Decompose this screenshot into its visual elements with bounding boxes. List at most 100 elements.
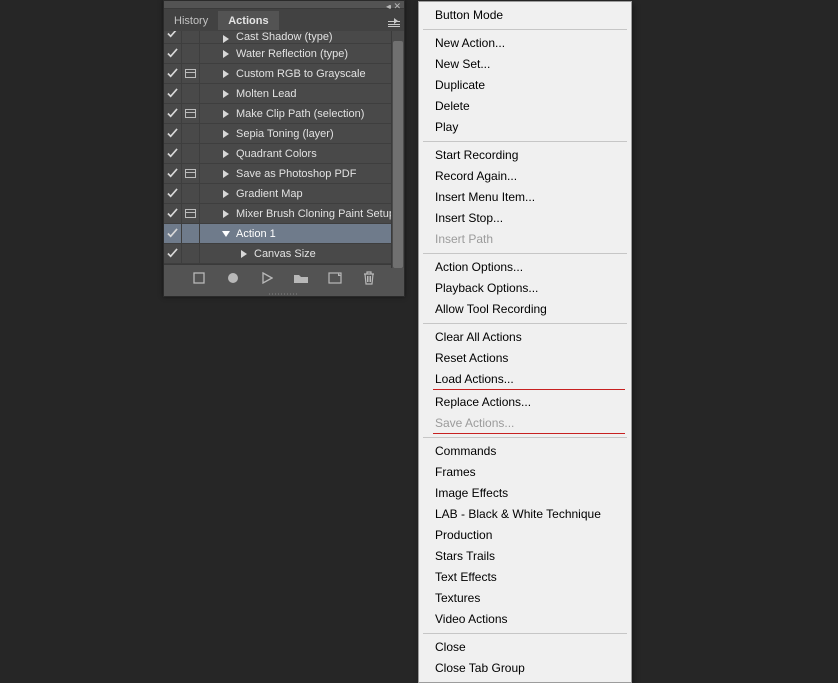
disclosure-right-icon[interactable] — [220, 130, 232, 138]
menu-item[interactable]: Delete — [421, 96, 629, 117]
menu-item[interactable]: Playback Options... — [421, 278, 629, 299]
disclosure-right-icon[interactable] — [220, 35, 232, 43]
toggle-check-icon[interactable] — [164, 31, 182, 43]
action-row[interactable]: Action 1 — [164, 224, 404, 244]
menu-item[interactable]: New Action... — [421, 33, 629, 54]
menu-item[interactable]: Close Tab Group — [421, 658, 629, 679]
menu-item[interactable]: Reset Actions — [421, 348, 629, 369]
menu-item[interactable]: Record Again... — [421, 166, 629, 187]
toggle-dialog-icon[interactable] — [182, 84, 200, 103]
menu-item[interactable]: Production — [421, 525, 629, 546]
menu-item[interactable]: New Set... — [421, 54, 629, 75]
tab-actions[interactable]: Actions — [218, 11, 278, 30]
action-row[interactable]: Save as Photoshop PDF — [164, 164, 404, 184]
scrollbar-thumb[interactable] — [393, 41, 403, 268]
menu-item[interactable]: LAB - Black & White Technique — [421, 504, 629, 525]
menu-item[interactable]: Clear All Actions — [421, 327, 629, 348]
action-row[interactable]: Water Reflection (type) — [164, 44, 404, 64]
disclosure-down-icon[interactable] — [220, 230, 232, 238]
toggle-check-icon[interactable] — [164, 204, 182, 223]
panel-footer — [164, 264, 404, 291]
menu-item[interactable]: Play — [421, 117, 629, 138]
toggle-dialog-icon[interactable] — [182, 184, 200, 203]
menu-item[interactable]: Video Actions — [421, 609, 629, 630]
menu-item[interactable]: Close — [421, 637, 629, 658]
panel-tabbar: History Actions — [164, 9, 404, 31]
action-name-label: Gradient Map — [232, 188, 303, 200]
menu-item[interactable]: Text Effects — [421, 567, 629, 588]
menu-item[interactable]: Stars Trails — [421, 546, 629, 567]
action-row[interactable]: Make Clip Path (selection) — [164, 104, 404, 124]
scrollbar[interactable] — [391, 31, 404, 268]
action-row[interactable]: Quadrant Colors — [164, 144, 404, 164]
toggle-dialog-icon[interactable] — [182, 204, 200, 223]
stop-button[interactable] — [189, 269, 209, 287]
toggle-dialog-icon[interactable] — [182, 104, 200, 123]
menu-item[interactable]: Duplicate — [421, 75, 629, 96]
highlight-underline — [433, 433, 625, 434]
toggle-check-icon[interactable] — [164, 224, 182, 243]
toggle-check-icon[interactable] — [164, 44, 182, 63]
toggle-check-icon[interactable] — [164, 164, 182, 183]
action-name-label: Save as Photoshop PDF — [232, 168, 356, 180]
menu-item[interactable]: Image Effects — [421, 483, 629, 504]
toggle-dialog-icon[interactable] — [182, 124, 200, 143]
menu-separator — [423, 633, 627, 634]
delete-button[interactable] — [359, 269, 379, 287]
disclosure-right-icon[interactable] — [220, 50, 232, 58]
menu-item[interactable]: Action Options... — [421, 257, 629, 278]
toggle-dialog-icon[interactable] — [182, 224, 200, 243]
toggle-dialog-icon[interactable] — [182, 44, 200, 63]
disclosure-right-icon[interactable] — [220, 170, 232, 178]
toggle-check-icon[interactable] — [164, 104, 182, 123]
menu-separator — [423, 437, 627, 438]
toggle-dialog-icon[interactable] — [182, 64, 200, 83]
action-row[interactable]: Mixer Brush Cloning Paint Setup — [164, 204, 404, 224]
disclosure-right-icon[interactable] — [220, 190, 232, 198]
toggle-check-icon[interactable] — [164, 64, 182, 83]
action-row[interactable]: Gradient Map — [164, 184, 404, 204]
actions-list: Cast Shadow (type)Water Reflection (type… — [164, 31, 404, 264]
panel-resize-gripper[interactable] — [164, 291, 404, 296]
actions-context-menu: Button Mode New Action...New Set...Duplic… — [418, 1, 632, 683]
action-row[interactable]: Custom RGB to Grayscale — [164, 64, 404, 84]
record-button[interactable] — [223, 269, 243, 287]
flyout-menu-icon[interactable] — [382, 13, 400, 27]
new-action-button[interactable] — [325, 269, 345, 287]
menu-item[interactable]: Insert Menu Item... — [421, 187, 629, 208]
menu-item[interactable]: Start Recording — [421, 145, 629, 166]
menu-item[interactable]: Load Actions... — [421, 369, 629, 390]
action-row[interactable]: Molten Lead — [164, 84, 404, 104]
highlight-underline — [433, 389, 625, 390]
disclosure-right-icon[interactable] — [220, 70, 232, 78]
action-row[interactable]: Cast Shadow (type) — [164, 31, 404, 44]
action-row[interactable]: Sepia Toning (layer) — [164, 124, 404, 144]
menu-item[interactable]: Button Mode — [421, 5, 629, 26]
tab-history[interactable]: History — [164, 11, 218, 30]
actions-panel: ◂◂ ✕ History Actions Cast Shadow (type)W… — [163, 0, 405, 297]
disclosure-right-icon[interactable] — [220, 90, 232, 98]
menu-item[interactable]: Textures — [421, 588, 629, 609]
play-button[interactable] — [257, 269, 277, 287]
toggle-check-icon[interactable] — [164, 84, 182, 103]
toggle-dialog-icon[interactable] — [182, 164, 200, 183]
disclosure-right-icon[interactable] — [220, 210, 232, 218]
toggle-dialog-icon[interactable] — [182, 31, 200, 43]
toggle-check-icon[interactable] — [164, 244, 182, 263]
toggle-dialog-icon[interactable] — [182, 244, 200, 263]
disclosure-right-icon[interactable] — [220, 110, 232, 118]
toggle-check-icon[interactable] — [164, 124, 182, 143]
toggle-check-icon[interactable] — [164, 144, 182, 163]
toggle-check-icon[interactable] — [164, 184, 182, 203]
menu-separator — [423, 323, 627, 324]
menu-item[interactable]: Allow Tool Recording — [421, 299, 629, 320]
menu-item[interactable]: Frames — [421, 462, 629, 483]
menu-item[interactable]: Replace Actions... — [421, 392, 629, 413]
new-set-button[interactable] — [291, 269, 311, 287]
disclosure-right-icon[interactable] — [238, 250, 250, 258]
action-row[interactable]: Canvas Size — [164, 244, 404, 264]
toggle-dialog-icon[interactable] — [182, 144, 200, 163]
menu-item[interactable]: Commands — [421, 441, 629, 462]
menu-item[interactable]: Insert Stop... — [421, 208, 629, 229]
disclosure-right-icon[interactable] — [220, 150, 232, 158]
